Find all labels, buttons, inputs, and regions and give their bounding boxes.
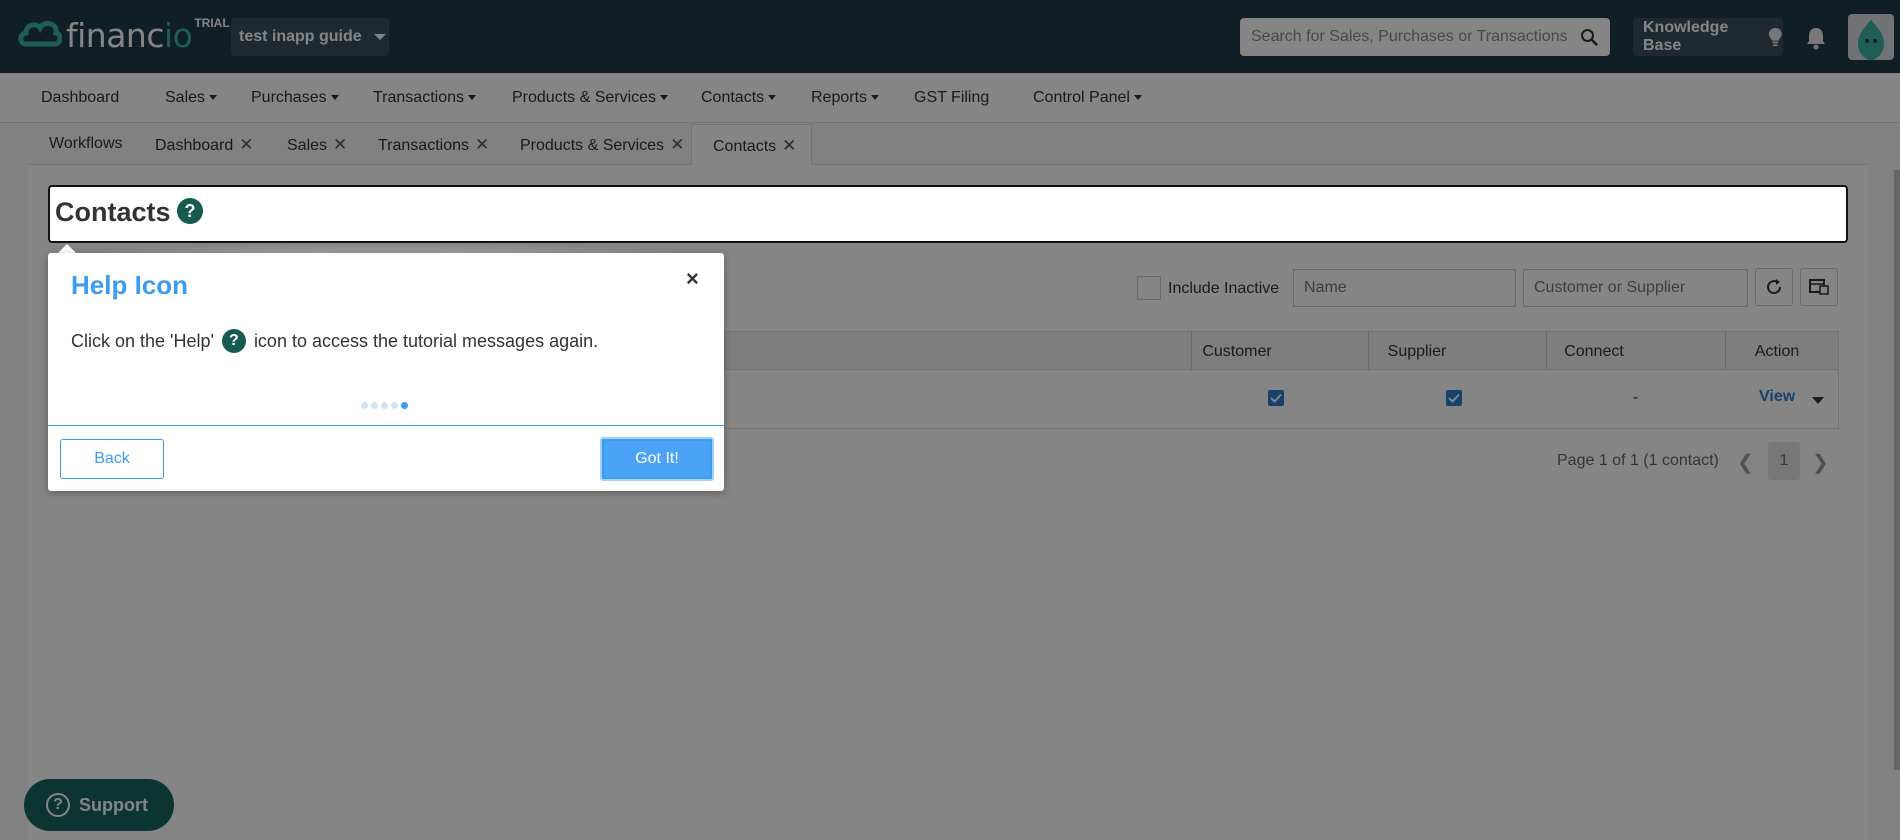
step-dot <box>361 402 368 409</box>
tour-message-start: Click on the 'Help' <box>71 330 214 351</box>
tour-got-it-button[interactable]: Got It! <box>600 437 714 481</box>
help-question-icon[interactable]: ? <box>177 198 203 224</box>
page-title-highlight: Contacts ? <box>48 185 1848 243</box>
tour-message: Click on the 'Help' ? icon to access the… <box>71 329 598 353</box>
tour-title: Help Icon <box>71 270 189 300</box>
step-dot <box>391 402 398 409</box>
page-title: Contacts <box>55 197 171 227</box>
tour-step-indicator <box>361 402 408 409</box>
step-dot <box>381 402 388 409</box>
step-dot-active <box>401 402 408 409</box>
popover-pointer <box>58 244 76 253</box>
tour-popover: Help Icon × Click on the 'Help' ? icon t… <box>48 253 724 491</box>
step-dot <box>371 402 378 409</box>
tour-back-button[interactable]: Back <box>60 439 164 479</box>
popover-divider <box>48 425 724 426</box>
close-icon[interactable]: × <box>686 266 699 292</box>
help-question-icon: ? <box>221 329 246 353</box>
tour-message-end: icon to access the tutorial messages aga… <box>253 330 599 351</box>
